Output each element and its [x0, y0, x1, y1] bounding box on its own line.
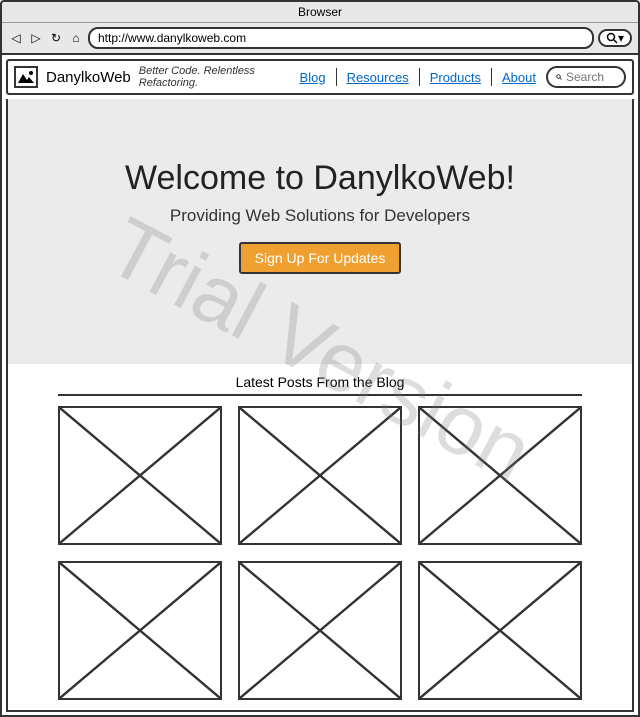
nav-products[interactable]: Products [426, 70, 485, 85]
nav-about[interactable]: About [498, 70, 540, 85]
signup-button[interactable]: Sign Up For Updates [239, 242, 402, 274]
go-button[interactable]: ▾ [598, 29, 632, 47]
blog-post-placeholder[interactable] [58, 406, 222, 545]
divider [58, 394, 582, 396]
tagline: Better Code. Relentless Refactoring. [139, 65, 288, 89]
blog-post-placeholder[interactable] [58, 561, 222, 700]
search-box[interactable] [546, 66, 626, 88]
blog-post-placeholder[interactable] [418, 406, 582, 545]
search-icon [556, 71, 562, 83]
blog-post-placeholder[interactable] [238, 406, 402, 545]
nav-blog[interactable]: Blog [296, 70, 330, 85]
browser-toolbar: ◁ ▷ ↻ ⌂ ▾ [2, 22, 638, 53]
nav-resources[interactable]: Resources [343, 70, 413, 85]
url-input[interactable] [88, 27, 594, 49]
site-header: DanylkoWeb Better Code. Relentless Refac… [6, 59, 634, 95]
blog-section: Latest Posts From the Blog [6, 364, 634, 712]
reload-button[interactable]: ↻ [48, 30, 64, 46]
brand-name: DanylkoWeb [46, 69, 131, 86]
blog-post-placeholder[interactable] [238, 561, 402, 700]
page-body: DanylkoWeb Better Code. Relentless Refac… [0, 55, 640, 717]
nav-separator [419, 68, 420, 86]
search-input[interactable] [566, 70, 616, 84]
main-nav: Blog Resources Products About [296, 66, 626, 88]
nav-separator [491, 68, 492, 86]
browser-title: Browser [2, 2, 638, 22]
blog-heading: Latest Posts From the Blog [58, 374, 582, 390]
hero-section: Welcome to DanylkoWeb! Providing Web Sol… [6, 99, 634, 364]
blog-post-placeholder[interactable] [418, 561, 582, 700]
forward-button[interactable]: ▷ [28, 30, 44, 46]
back-button[interactable]: ◁ [8, 30, 24, 46]
blog-grid [58, 406, 582, 700]
hero-subtitle: Providing Web Solutions for Developers [18, 206, 622, 226]
hero-title: Welcome to DanylkoWeb! [18, 159, 622, 198]
nav-separator [336, 68, 337, 86]
logo-icon [14, 66, 38, 88]
home-button[interactable]: ⌂ [68, 30, 84, 46]
